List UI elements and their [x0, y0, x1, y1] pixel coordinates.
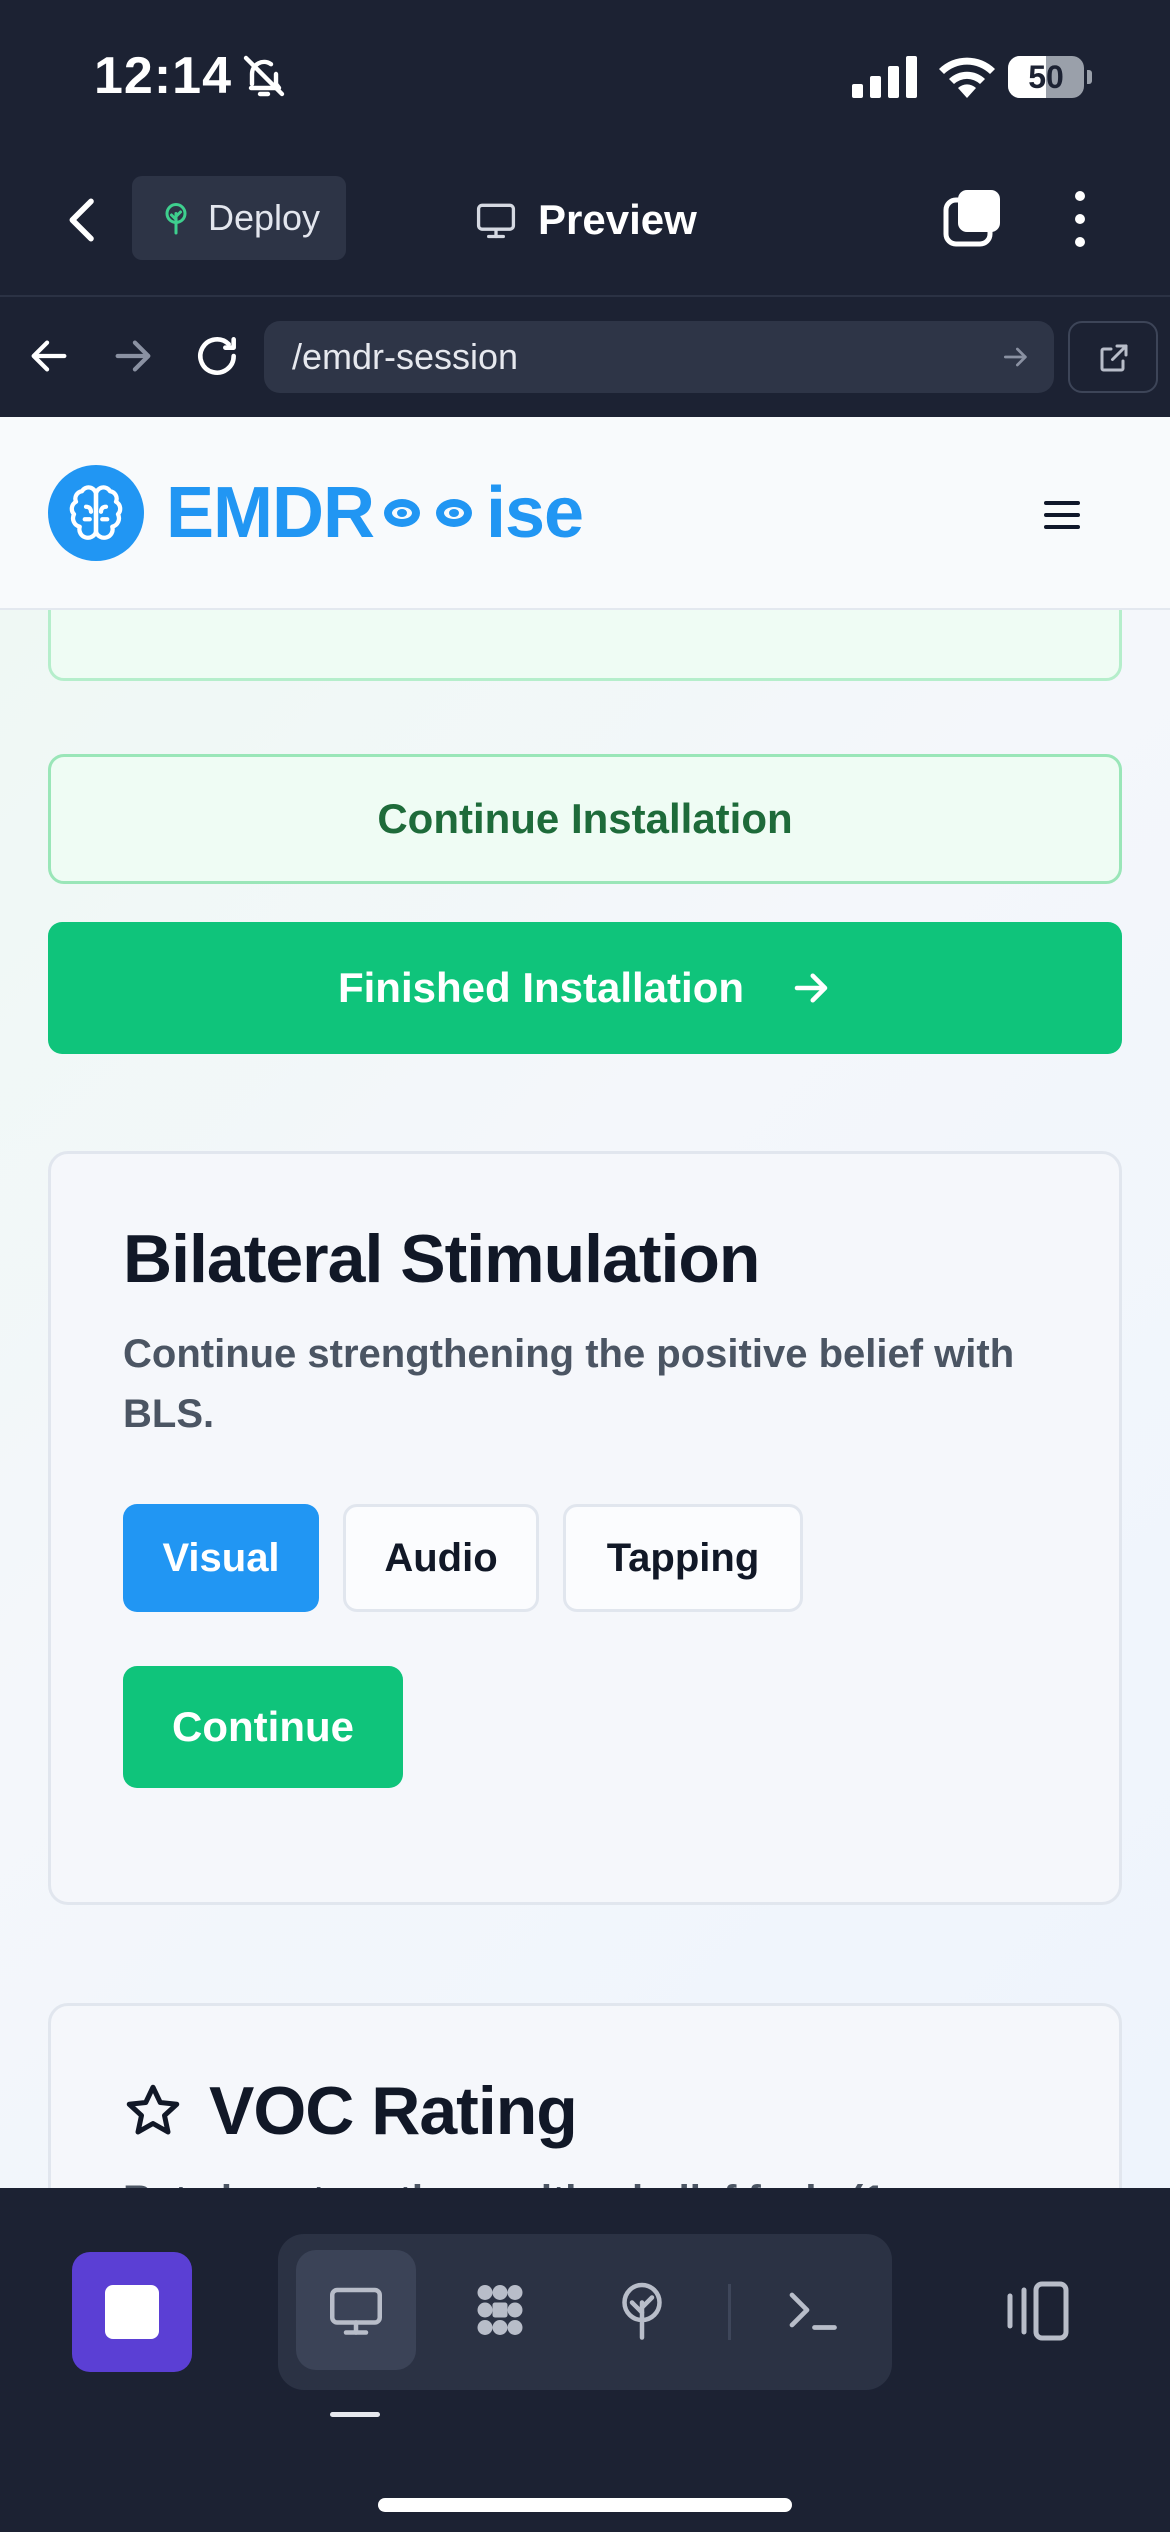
go-arrow-icon[interactable] — [1000, 341, 1032, 373]
cellular-signal-icon — [852, 56, 917, 98]
finished-installation-label: Finished Installation — [337, 964, 745, 1011]
dock-deploy-button[interactable] — [582, 2250, 702, 2370]
panel-layout-icon[interactable] — [1000, 2280, 1072, 2342]
monitor-icon — [476, 203, 516, 239]
external-link-icon — [1100, 344, 1128, 372]
bottom-dock — [0, 2188, 1170, 2532]
bls-description: Continue strengthening the positive beli… — [123, 1332, 1015, 1436]
dock-tab-group — [278, 2234, 892, 2390]
voc-description: Rate how true the positive belief feels … — [123, 2178, 885, 2188]
dock-preview-button[interactable] — [296, 2250, 416, 2370]
url-input[interactable]: /emdr-session — [264, 321, 1054, 393]
back-chevron-icon[interactable] — [56, 192, 112, 248]
arrow-right-icon — [794, 973, 828, 1003]
open-external-button[interactable] — [1068, 321, 1158, 393]
continue-installation-label: Continue Installation — [377, 795, 793, 842]
status-time: 12:14 — [94, 47, 232, 105]
bell-slash-icon — [243, 55, 285, 97]
more-vertical-icon[interactable] — [1060, 188, 1100, 250]
battery-level: 50 — [1028, 59, 1064, 95]
stop-button[interactable] — [72, 2252, 192, 2372]
deploy-icon — [622, 2282, 662, 2340]
star-icon — [126, 2084, 180, 2135]
battery-indicator: 50 — [1008, 56, 1092, 98]
preview-label: Preview — [538, 196, 697, 243]
browser-forward-icon[interactable] — [110, 333, 156, 379]
finished-installation-button[interactable]: Finished Installation — [48, 922, 1122, 1054]
status-bar: 12:14 50 — [0, 0, 1170, 150]
app-toolbar: Deploy Preview — [0, 150, 1170, 295]
voc-rating-card: VOC Rating Rate how true the positive be… — [48, 2003, 1122, 2188]
terminal-icon — [789, 2292, 837, 2330]
browser-url-bar: /emdr-session — [0, 295, 1170, 417]
url-path: /emdr-session — [292, 336, 519, 377]
eyes-icon — [384, 493, 476, 533]
deploy-tree-icon — [165, 203, 187, 235]
tabs-icon[interactable] — [942, 188, 1004, 250]
reload-icon[interactable] — [192, 331, 242, 381]
voc-header: VOC Rating — [123, 2072, 578, 2150]
active-tab-indicator — [330, 2412, 380, 2417]
deploy-button[interactable]: Deploy — [132, 176, 346, 260]
dock-apps-button[interactable] — [440, 2250, 560, 2370]
browser-back-icon[interactable] — [26, 333, 72, 379]
preview-tab[interactable]: Preview — [474, 190, 697, 250]
bilateral-stimulation-card: Bilateral Stimulation Continue strengthe… — [48, 1151, 1122, 1905]
brain-icon — [69, 485, 123, 540]
brand-text-right: ise — [486, 473, 584, 553]
voc-title: VOC Rating — [209, 2073, 578, 2149]
mode-tapping-button[interactable]: Tapping — [563, 1504, 803, 1612]
dock-terminal-button[interactable] — [752, 2250, 872, 2370]
home-indicator — [378, 2498, 792, 2512]
mode-visual-button[interactable]: Visual — [123, 1504, 319, 1612]
hamburger-menu-button[interactable] — [1026, 485, 1096, 545]
dock-separator — [728, 2284, 731, 2340]
wifi-icon — [939, 57, 995, 98]
bls-continue-button[interactable]: Continue — [123, 1666, 403, 1788]
brand-logo[interactable]: EMDR ise — [166, 467, 584, 559]
logo-badge[interactable] — [48, 465, 144, 561]
web-viewport: EMDR ise Continue Installation Finished … — [0, 417, 1170, 2188]
brand-text-left: EMDR — [166, 473, 375, 553]
monitor-icon — [330, 2287, 382, 2335]
bls-title: Bilateral Stimulation — [123, 1221, 760, 1297]
deploy-label: Deploy — [208, 197, 321, 238]
apps-icon — [477, 2285, 523, 2335]
stop-icon — [105, 2285, 159, 2339]
continue-installation-button[interactable]: Continue Installation — [48, 754, 1122, 884]
mode-audio-button[interactable]: Audio — [343, 1504, 539, 1612]
site-header: EMDR ise — [0, 417, 1170, 610]
